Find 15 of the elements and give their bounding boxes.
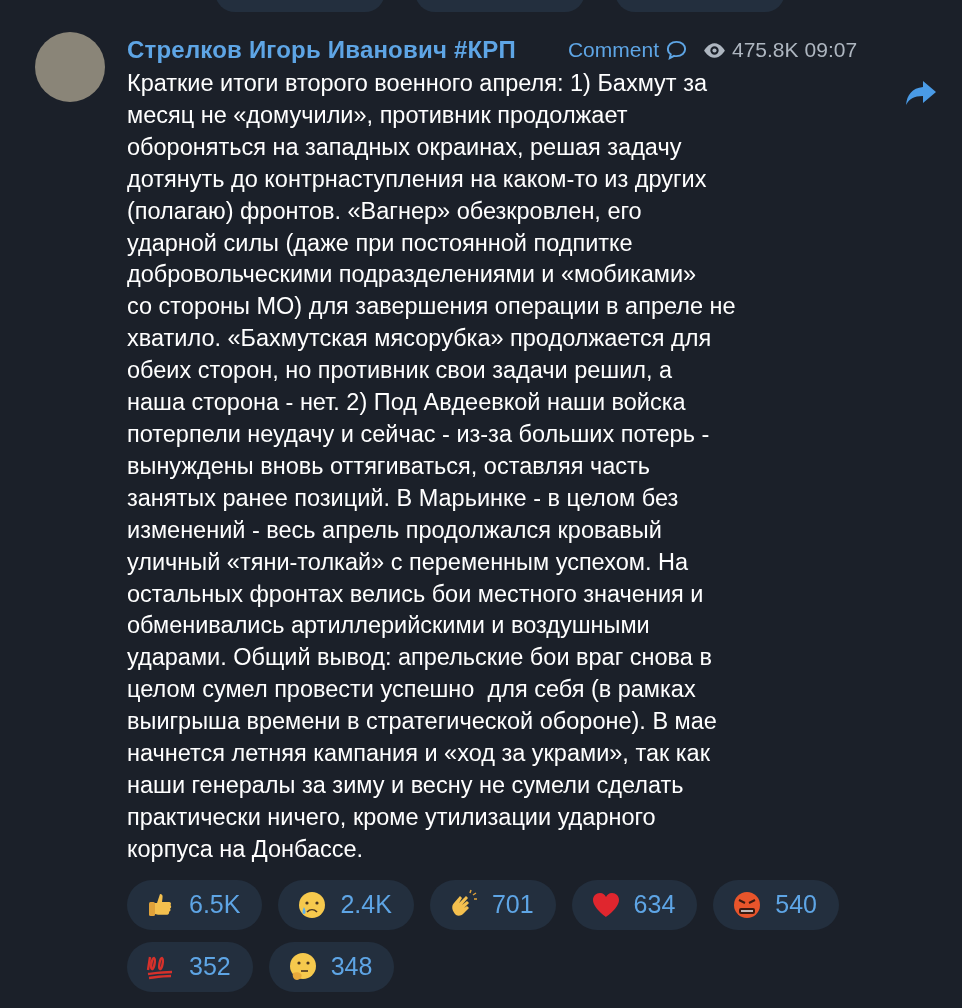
author-name[interactable]: Стрелков Игорь Иванович #КРП <box>127 36 516 64</box>
reaction-button[interactable]: 2.4K <box>278 879 414 930</box>
reaction-button[interactable]: 634 <box>571 879 698 930</box>
comment-link[interactable]: Comment <box>567 38 659 62</box>
share-icon[interactable] <box>905 80 937 106</box>
eye-icon <box>702 41 727 59</box>
post-text: Краткие итоги второго военного апреля: 1) Бахмут за месяц не «домучили», противник продолжает обороняться на западных окраинах, решая задачу дотянуть до контрнаступления на каком-то из других (полагаю) фронтов. «Вагнер» обезкровлен, его ударной силы (даже при постоянной подпитке добровольческими подразделениями и «мобиками» со стороны МО) для завершения операции в апреле не хватило. «Бахмутская мясорубка» продолжается для обеих сторон, но противник свои задачи решил, а наша сторона - нет. 2) Под Авдеевкой наши войска потерпели неудачу и сейчас - из-за больших потерь - вынуждены вновь оттягиваться, оставляя часть занятых ранее позиций. В Марьинке - в целом без изменений - весь апрель продолжался кровавый уличный «тяни-толкай» с переменным успехом. На остальных фронтах велись бои местного значения и обменивались артиллерийскими и воздушными ударами. Общий вывод: апрельские бои враг снова в целом сумел провести успешно для себя (в рамках выигрыша времени в стратегической обороне). В мае начнется летняя кампания и «ход за украми», так как наши генералы за зиму и весну не сумели сделать практически ничего, кроме утилизации ударного корпуса на Донбассе. <box>127 69 737 864</box>
comment-icon[interactable] <box>665 38 688 62</box>
reaction-button[interactable]: 701 <box>429 879 556 930</box>
view-count: 475.8K <box>732 38 799 62</box>
reaction-button[interactable]: 352 <box>127 941 253 992</box>
reaction-button[interactable]: 6.5K <box>127 879 263 930</box>
post-time: 09:07 <box>804 38 858 62</box>
reaction-button[interactable]: 540 <box>713 879 840 930</box>
reaction-button[interactable]: 348 <box>268 941 395 992</box>
